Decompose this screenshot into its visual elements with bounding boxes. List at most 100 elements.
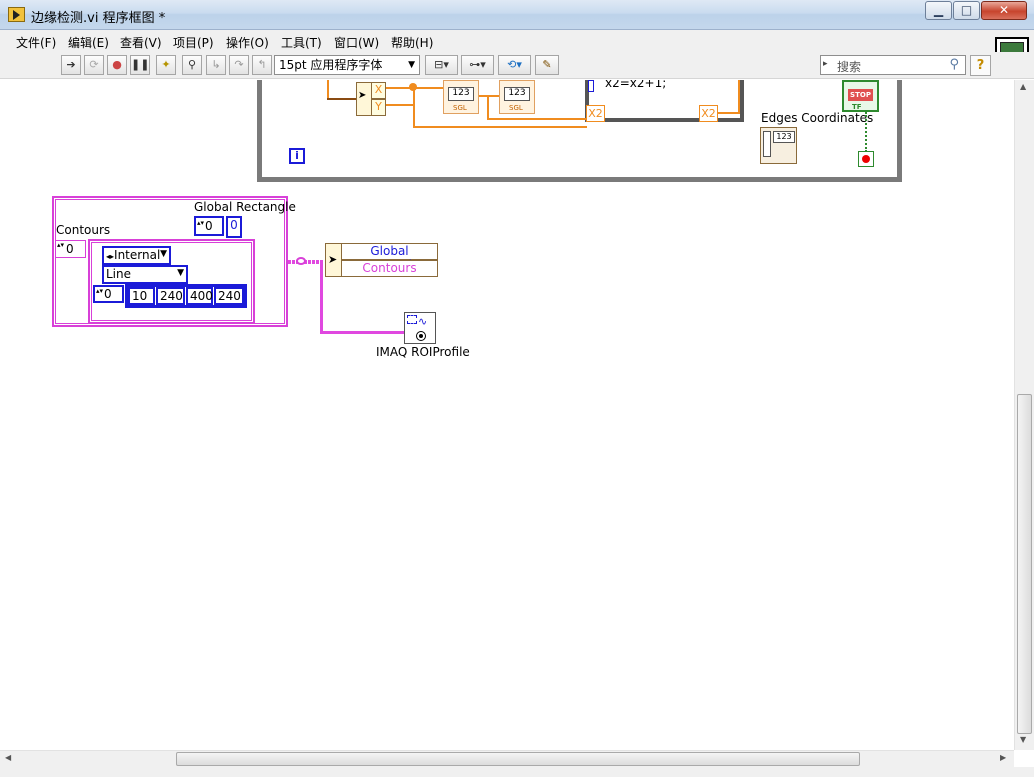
scroll-up-icon[interactable]: ▲ — [1020, 82, 1026, 91]
menu-window[interactable]: 窗口(W) — [334, 34, 379, 51]
wire — [288, 260, 324, 264]
menu-tools[interactable]: 工具(T) — [281, 34, 322, 51]
wire — [487, 95, 489, 119]
roi-icon — [407, 315, 417, 324]
scroll-right-icon[interactable]: ▶ — [1000, 753, 1006, 762]
boolean-wire — [865, 112, 867, 152]
unbundle-y: Y — [371, 99, 386, 116]
coord-value[interactable]: 400 — [186, 287, 213, 305]
global-rectangle-value[interactable]: 0 — [226, 216, 242, 238]
distribute-objects-icon[interactable]: ⊶▾ — [461, 55, 494, 75]
wire — [478, 95, 500, 97]
loop-condition-terminal[interactable] — [858, 151, 874, 167]
wire — [413, 126, 587, 128]
unbundle-x: X — [371, 82, 386, 99]
vertical-scrollbar[interactable]: ▲ ▼ — [1014, 80, 1034, 750]
unbundle-node[interactable]: ➤ — [356, 82, 372, 116]
loop-iteration-terminal[interactable]: i — [289, 148, 305, 164]
search-icon[interactable]: ⚲ — [949, 57, 959, 72]
menu-help[interactable]: 帮助(H) — [391, 34, 433, 51]
search-placeholder: 搜索 — [837, 60, 862, 74]
minimize-button[interactable]: ▁ — [925, 1, 952, 20]
formula-output-x2[interactable]: X2 — [699, 105, 718, 122]
chevron-down-icon[interactable]: ▼ — [177, 268, 184, 278]
contours-label: Contours — [56, 223, 111, 237]
coord-value[interactable]: 10 — [128, 287, 155, 305]
index-stepper-icon[interactable]: ▴▾ — [197, 219, 204, 227]
coords-index[interactable]: ▴▾ 0 — [93, 285, 124, 303]
edges-coordinates-indicator[interactable]: 123 — [760, 127, 797, 164]
index-stepper-icon[interactable]: ▴▾ — [57, 241, 64, 249]
menu-file[interactable]: 文件(F) — [16, 34, 56, 51]
sgl-label: SGL — [453, 104, 467, 112]
contour-shape-enum[interactable]: Line ▼ — [102, 265, 188, 284]
imaq-roiprofile-node[interactable]: ∿ — [404, 312, 436, 344]
stop-button-terminal[interactable]: STOP TF — [842, 80, 879, 112]
index-stepper-icon[interactable]: ▴▾ — [96, 287, 103, 295]
wire — [717, 112, 739, 114]
wire — [413, 87, 415, 127]
run-continuous-icon[interactable]: ⟳ — [84, 55, 104, 75]
sgl-label: SGL — [509, 104, 523, 112]
contour-type-enum[interactable]: ◂▸Internal ▼ — [102, 246, 171, 265]
scroll-left-icon[interactable]: ◀ — [5, 753, 11, 762]
scroll-down-icon[interactable]: ▼ — [1020, 735, 1026, 744]
step-into-icon[interactable]: ↳ — [206, 55, 226, 75]
menu-edit[interactable]: 编辑(E) — [68, 34, 109, 51]
step-out-icon[interactable]: ↰ — [252, 55, 272, 75]
camera-lens-icon — [416, 331, 426, 341]
stop-icon: STOP — [848, 89, 873, 101]
vertical-scroll-thumb[interactable] — [1017, 394, 1032, 734]
clean-up-diagram-icon[interactable]: ✎ — [535, 55, 559, 75]
contour-shape-value: Line — [106, 267, 132, 281]
font-select[interactable]: 15pt 应用程序字体 ▼ — [274, 55, 420, 75]
block-diagram[interactable]: i x2=x2+1; ➤ X Y 123 SGL 123 SGL X2 X2 E… — [0, 80, 1014, 750]
search-expand-icon[interactable]: ▸ — [823, 59, 828, 69]
wire — [738, 80, 740, 114]
menu-project[interactable]: 项目(P) — [173, 34, 214, 51]
boolean-tf-label: TF — [852, 103, 862, 111]
search-input[interactable]: ▸ 搜索 ⚲ — [820, 55, 966, 75]
horizontal-scroll-thumb[interactable] — [176, 752, 860, 766]
horizontal-scrollbar[interactable]: ◀ ▶ — [0, 750, 1014, 767]
chevron-down-icon[interactable]: ▼ — [160, 249, 167, 259]
toolbar: ➔ ⟳ ● ❚❚ ✦ ⚲ ↳ ↷ ↰ 15pt 应用程序字体 ▼ ⊟▾ ⊶▾ ⟲… — [0, 52, 1034, 79]
numeric-indicator-2[interactable]: 123 SGL — [499, 80, 535, 114]
wire-coercion-dot — [296, 257, 306, 265]
coord-value[interactable]: 240 — [214, 287, 244, 305]
menu-operate[interactable]: 操作(O) — [226, 34, 269, 51]
reorder-icon[interactable]: ⟲▾ — [498, 55, 531, 75]
context-help-button[interactable]: ? — [970, 55, 991, 76]
maximize-button[interactable]: □ — [953, 1, 980, 20]
wire-junction — [409, 83, 417, 91]
close-button[interactable]: ✕ — [981, 1, 1027, 20]
bundle-field-global-rectangle[interactable]: Global Rectangle — [341, 243, 438, 272]
indicator-value: 123 — [448, 87, 474, 101]
abort-icon[interactable]: ● — [107, 55, 127, 75]
indicator-value: 123 — [504, 87, 530, 101]
pause-icon[interactable]: ❚❚ — [130, 55, 150, 75]
while-loop-left-border — [257, 80, 262, 182]
formula-code[interactable]: x2=x2+1; — [605, 80, 666, 90]
index-value: 0 — [66, 242, 74, 256]
array-index-icon — [763, 131, 771, 157]
bundle-field-contours[interactable]: Contours — [341, 260, 438, 277]
coord-value[interactable]: 240 — [156, 287, 185, 305]
wire — [327, 98, 357, 100]
index-value: 0 — [104, 287, 112, 301]
step-over-icon[interactable]: ↷ — [229, 55, 249, 75]
run-arrow-icon[interactable]: ➔ — [61, 55, 81, 75]
lens-center — [419, 334, 423, 338]
contours-index[interactable]: ▴▾ 0 — [55, 240, 86, 258]
highlight-execution-icon[interactable]: ✦ — [156, 55, 176, 75]
formula-input-x2[interactable]: X2 — [586, 105, 605, 122]
global-rectangle-label: Global Rectangle — [194, 200, 296, 214]
bundle-by-name-node[interactable]: ➤ — [325, 243, 342, 277]
while-loop-bottom-border — [257, 177, 902, 182]
global-rectangle-index[interactable]: ▴▾ 0 — [194, 216, 224, 236]
menu-view[interactable]: 查看(V) — [120, 34, 162, 51]
retain-wire-values-icon[interactable]: ⚲ — [182, 55, 202, 75]
numeric-indicator-1[interactable]: 123 SGL — [443, 80, 479, 114]
align-objects-icon[interactable]: ⊟▾ — [425, 55, 458, 75]
profile-wave-icon: ∿ — [418, 315, 428, 328]
